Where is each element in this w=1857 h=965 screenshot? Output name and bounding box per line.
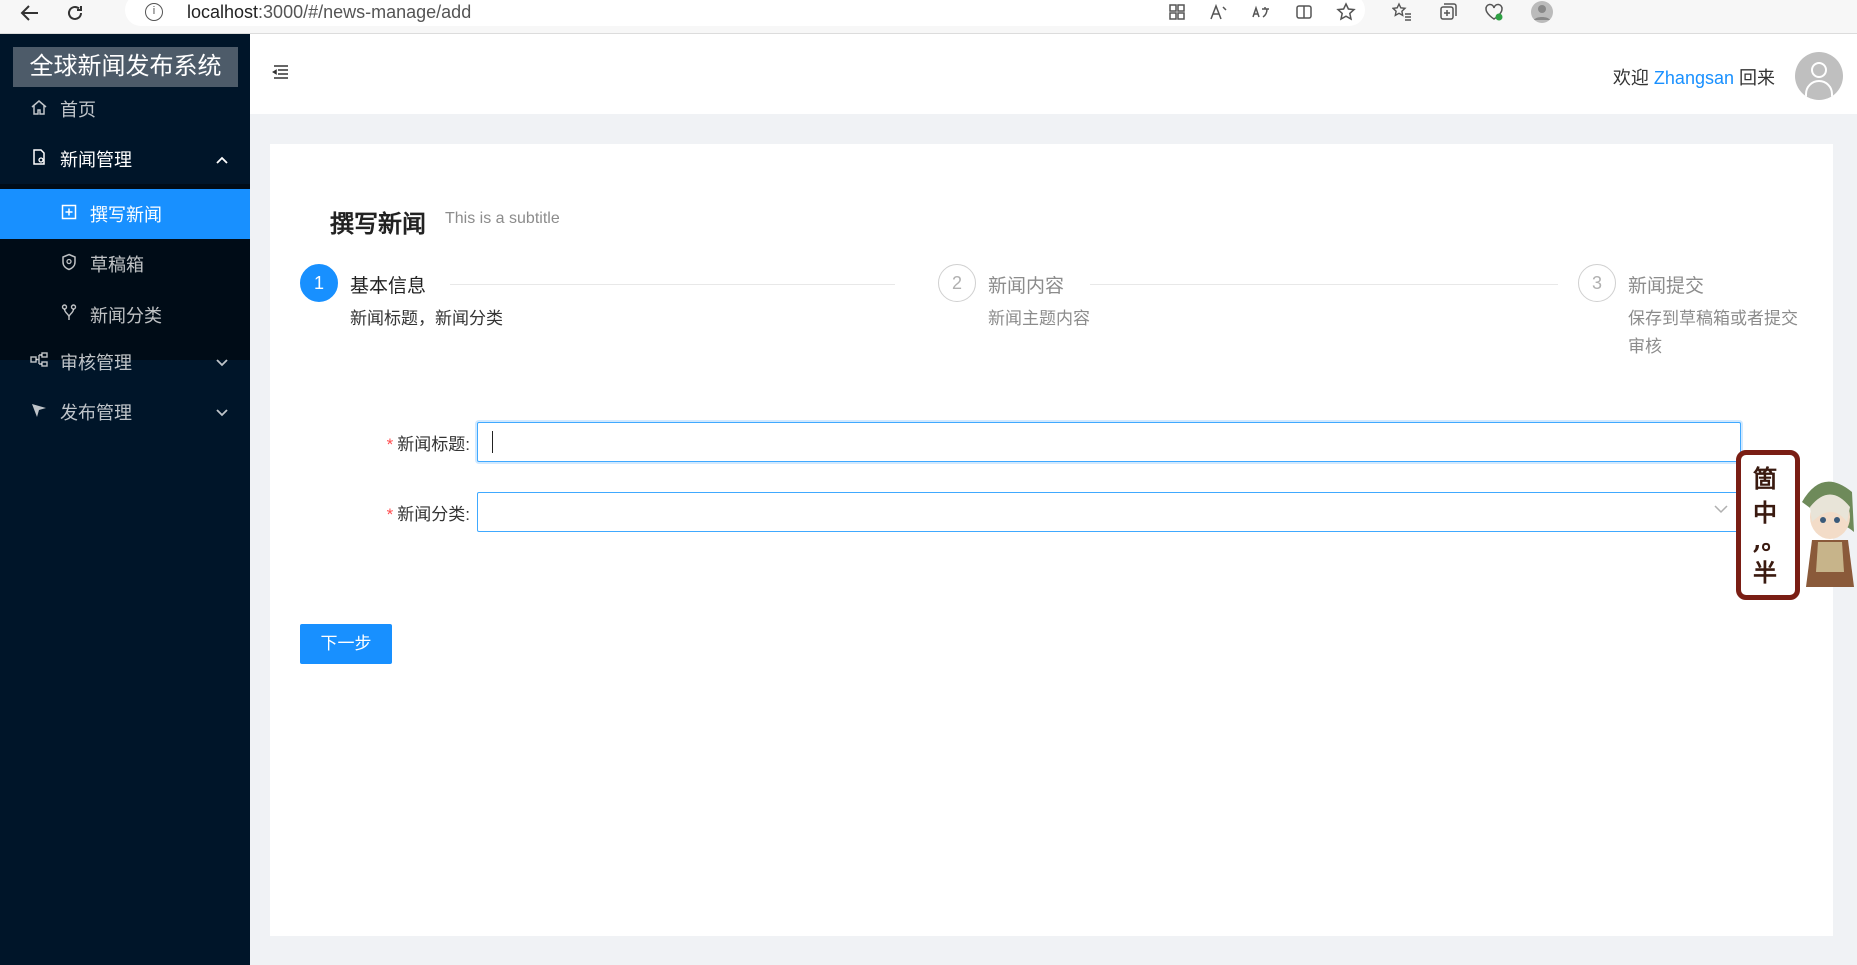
- profile-avatar-icon[interactable]: [1528, 0, 1556, 24]
- sidebar-item-label: 新闻管理: [60, 150, 132, 170]
- menu-fold-icon[interactable]: [272, 64, 290, 85]
- top-header: 欢迎 Zhangsan 回来: [250, 34, 1857, 114]
- file-icon: [28, 148, 50, 171]
- sidebar-item-audit-manage[interactable]: 审核管理: [0, 337, 250, 387]
- favorites-list-icon[interactable]: [1388, 0, 1416, 24]
- welcome-prefix: 欢迎: [1612, 68, 1649, 88]
- step-title: 新闻提交: [1628, 276, 1705, 297]
- sidebar-item-label: 审核管理: [60, 353, 132, 373]
- branch-icon: [58, 303, 80, 327]
- chevron-down-icon: [216, 404, 228, 420]
- split-screen-icon[interactable]: [1290, 0, 1318, 24]
- step-description: 新闻标题，新闻分类: [350, 309, 503, 328]
- sidebar-item-label: 新闻分类: [90, 306, 162, 326]
- favorite-star-icon[interactable]: [1332, 0, 1360, 24]
- sidebar: 全球新闻发布系统 首页 新闻管理 撰写新闻 草稿箱 新闻分类 审核管理 发布管理: [0, 34, 250, 965]
- step-connector: [450, 284, 895, 285]
- sidebar-item-news-category[interactable]: 新闻分类: [0, 290, 250, 340]
- chevron-down-icon: [1714, 501, 1728, 519]
- back-arrow-icon[interactable]: [15, 0, 45, 26]
- news-category-select[interactable]: [477, 492, 1741, 532]
- step-description: 新闻主题内容: [988, 309, 1090, 328]
- browser-toolbar: i localhost:3000/#/news-manage/add: [0, 0, 1857, 34]
- mascot-widget[interactable]: 箇 中 ,。 半: [1736, 450, 1857, 600]
- sidebar-item-label: 发布管理: [60, 403, 132, 423]
- sidebar-item-drafts[interactable]: 草稿箱: [0, 239, 250, 289]
- welcome-suffix: 回来: [1739, 68, 1775, 88]
- content-card: 撰写新闻 This is a subtitle 1 基本信息 新闻标题，新闻分类…: [270, 144, 1833, 936]
- sidebar-item-news-manage[interactable]: 新闻管理: [0, 134, 250, 184]
- sidebar-item-publish-manage[interactable]: 发布管理: [0, 387, 250, 437]
- reload-icon[interactable]: [60, 0, 90, 26]
- sidebar-item-label: 撰写新闻: [90, 205, 162, 225]
- next-step-button[interactable]: 下一步: [300, 624, 392, 664]
- app-logo: 全球新闻发布系统: [13, 47, 238, 87]
- mascot-char: 箇: [1753, 464, 1777, 493]
- mascot-card: 箇 中 ,。 半: [1736, 450, 1800, 600]
- url-text: localhost:3000/#/news-manage/add: [187, 2, 471, 23]
- step-connector: [1090, 284, 1558, 285]
- page-title: 撰写新闻: [330, 211, 426, 238]
- sidebar-item-label: 草稿箱: [90, 255, 144, 275]
- mascot-char: 半: [1753, 558, 1777, 587]
- step-description: 保存到草稿箱或者提交审核: [1628, 309, 1798, 356]
- chevron-down-icon: [216, 354, 228, 370]
- sidebar-item-write-news[interactable]: 撰写新闻: [0, 189, 250, 239]
- health-extension-icon[interactable]: [1480, 0, 1508, 24]
- required-mark: *: [386, 435, 394, 454]
- sidebar-item-home[interactable]: 首页: [0, 84, 250, 134]
- translate-icon[interactable]: [1247, 0, 1275, 24]
- step-title: 新闻内容: [988, 276, 1065, 297]
- news-category-label: * 新闻分类:: [375, 500, 470, 525]
- step-number: 2: [938, 264, 976, 302]
- mascot-character-icon: [1802, 481, 1854, 587]
- url-host: localhost: [187, 2, 259, 22]
- collections-icon[interactable]: [1434, 0, 1462, 24]
- avatar[interactable]: [1795, 52, 1843, 100]
- shield-icon: [58, 253, 80, 276]
- mascot-char: ,。: [1753, 526, 1786, 555]
- read-aloud-icon[interactable]: [1205, 0, 1233, 24]
- label-text: 新闻分类:: [397, 505, 470, 524]
- plus-square-icon: [58, 204, 80, 225]
- username: Zhangsan: [1653, 68, 1734, 88]
- cluster-icon: [28, 351, 50, 373]
- step-title: 基本信息: [350, 276, 427, 297]
- news-title-label: * 新闻标题:: [375, 430, 470, 455]
- welcome-text: 欢迎 Zhangsan 回来: [1613, 64, 1775, 90]
- step-number: 3: [1578, 264, 1616, 302]
- site-info-icon[interactable]: i: [145, 3, 163, 21]
- url-path: :3000/#/news-manage/add: [258, 2, 472, 22]
- send-icon: [28, 401, 50, 424]
- avatar-body-shape: [1805, 80, 1833, 100]
- apps-icon[interactable]: [1163, 0, 1191, 24]
- text-caret: [492, 431, 493, 453]
- news-title-input[interactable]: [477, 422, 1741, 462]
- label-text: 新闻标题:: [397, 435, 470, 454]
- sidebar-item-label: 首页: [60, 100, 96, 120]
- page-subtitle: This is a subtitle: [445, 210, 560, 227]
- avatar-head-shape: [1811, 62, 1827, 78]
- required-mark: *: [386, 505, 394, 524]
- home-icon: [28, 98, 50, 121]
- step-number: 1: [300, 264, 338, 302]
- chevron-up-icon: [216, 151, 228, 167]
